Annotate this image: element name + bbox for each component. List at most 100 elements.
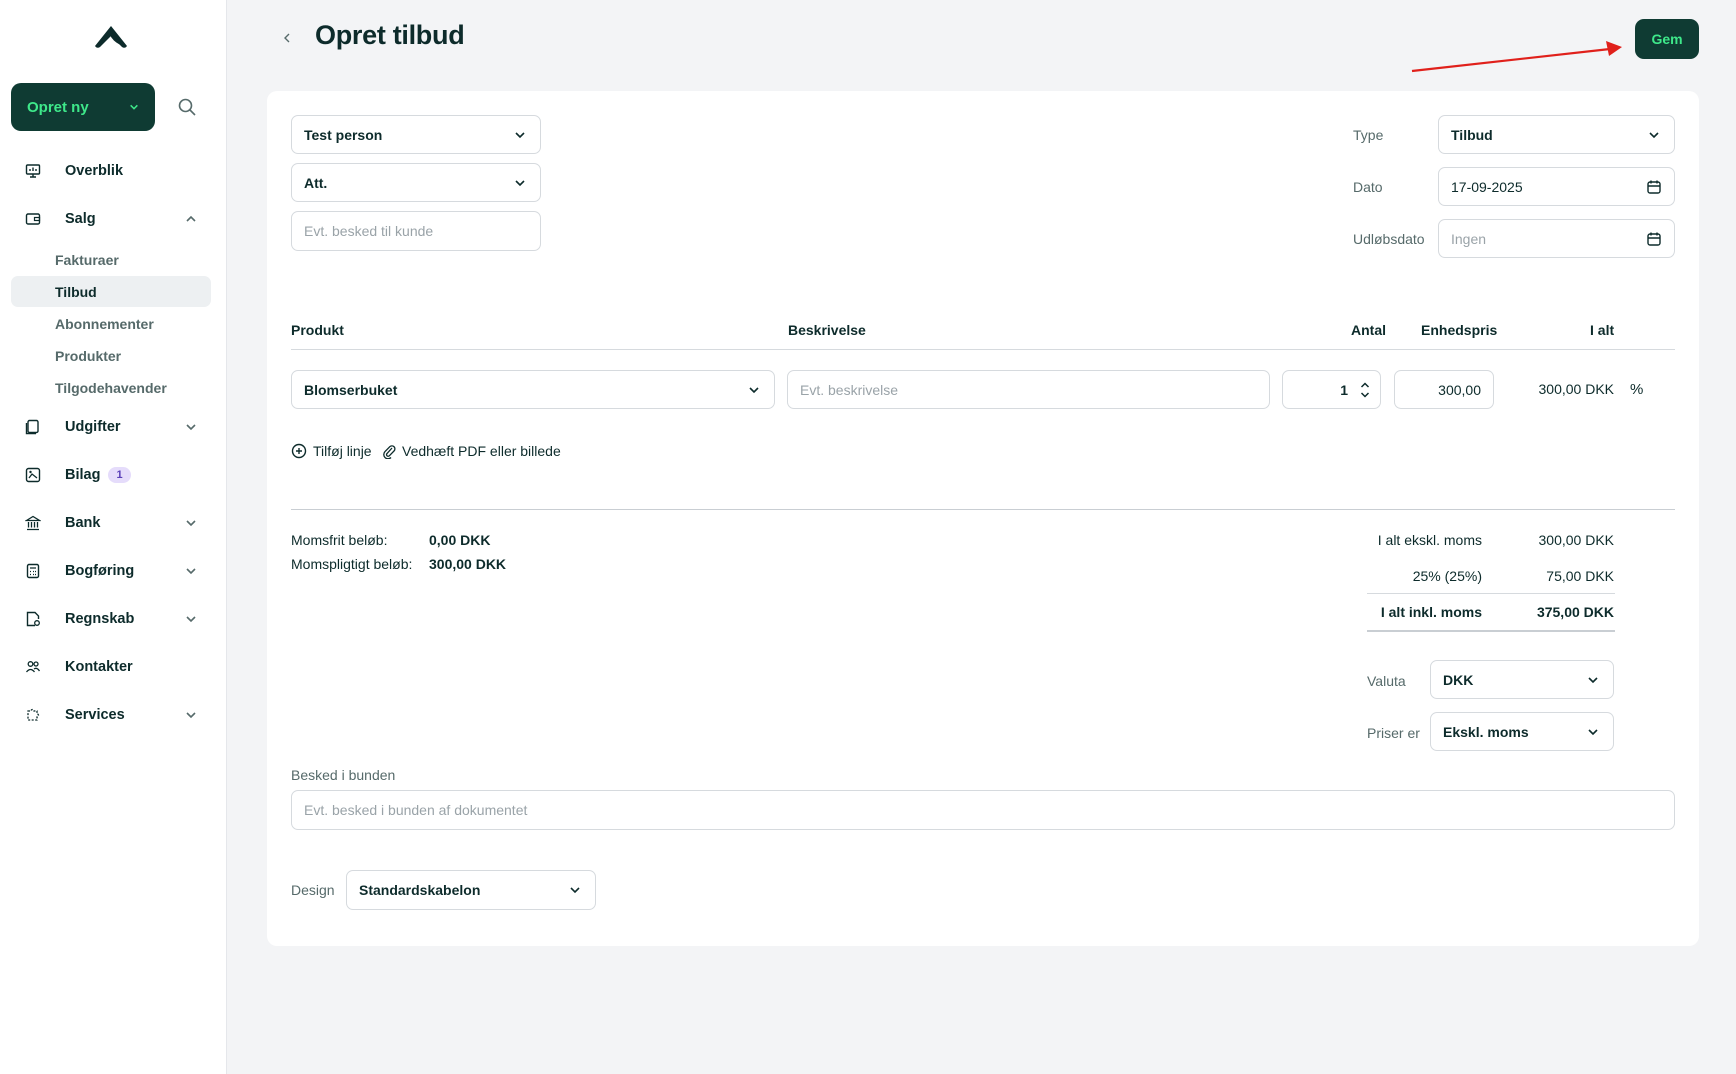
chevron-down-icon [186,616,196,623]
prices-select[interactable]: Ekskl. moms [1430,712,1614,751]
vat-free-value: 0,00 DKK [429,532,491,548]
design-select[interactable]: Standardskabelon [346,870,596,910]
total-incl-vat-label: I alt inkl. moms [1380,604,1482,620]
create-new-button[interactable]: Opret ny [11,83,155,131]
totals-row-divider [1367,593,1615,594]
date-label: Dato [1353,179,1383,195]
sidebar-subitem-label: Produkter [55,347,122,364]
customer-message-placeholder: Evt. besked til kunde [304,223,434,239]
chevron-down-icon [186,712,196,719]
sidebar-subitem-fakturaer[interactable]: Fakturaer [11,244,211,275]
sidebar-subitem-label: Fakturaer [55,251,119,268]
chevron-down-icon [1649,132,1659,139]
chevron-down-icon [186,520,196,527]
date-input[interactable]: 17-09-2025 [1438,167,1675,206]
line-description-input[interactable]: Evt. beskrivelse [787,370,1270,409]
customer-select[interactable]: Test person [291,115,541,154]
calendar-icon[interactable] [1646,179,1662,195]
sidebar: Opret ny Overblik Salg Fakturaer Tilbud … [0,0,227,1074]
chevron-down-icon [515,180,525,187]
logo-icon[interactable] [92,24,130,52]
create-new-label: Opret ny [27,98,89,116]
stepper-arrows-icon[interactable] [1360,381,1370,399]
type-select-value: Tilbud [1451,126,1493,143]
date-value: 17-09-2025 [1451,178,1523,195]
column-header-description: Beskrivelse [788,322,866,338]
currency-select[interactable]: DKK [1430,660,1614,699]
annotation-arrow [1411,41,1622,73]
column-header-product: Produkt [291,322,344,338]
puzzle-icon [27,708,40,721]
prices-label: Priser er [1367,725,1420,741]
design-select-value: Standardskabelon [359,882,481,898]
sidebar-item-bilag[interactable]: Bilag 1 [11,459,211,491]
add-line-button[interactable]: Tilføj linje [291,443,372,459]
line-description-placeholder: Evt. beskrivelse [800,381,899,398]
sidebar-item-bank[interactable]: Bank [11,507,211,539]
totals-divider [291,509,1675,510]
chevron-down-icon [186,424,196,431]
sidebar-subitem-label: Tilgodehavender [55,379,167,396]
calendar-icon[interactable] [1646,231,1662,247]
column-header-quantity: Antal [1351,322,1386,338]
prices-select-value: Ekskl. moms [1443,723,1529,740]
wallet-icon [25,213,41,225]
attach-file-label: Vedhæft PDF eller billede [402,443,561,459]
chevron-down-icon [570,887,580,894]
chevron-down-icon [1588,729,1598,736]
chevron-down-icon [515,132,525,139]
customer-message-input[interactable]: Evt. besked til kunde [291,211,541,251]
sidebar-subitem-label: Tilbud [55,283,97,300]
sidebar-item-salg[interactable]: Salg [11,203,211,235]
sidebar-subitem-abonnementer[interactable]: Abonnementer [11,308,211,339]
expiry-date-input[interactable]: Ingen [1438,219,1675,258]
sidebar-item-label: Regnskab [65,611,135,627]
line-product-value: Blomserbuket [304,381,398,398]
vat-amount-value: 75,00 DKK [1546,568,1614,584]
paperclip-icon [383,445,396,459]
report-icon [26,611,40,627]
chevron-down-icon [186,568,196,575]
document-icon [25,467,41,483]
att-select[interactable]: Att. [291,163,541,202]
sidebar-item-services[interactable]: Services [11,699,211,731]
chevron-up-icon [186,215,196,222]
sidebar-subitem-tilbud[interactable]: Tilbud [11,276,211,307]
vat-free-label: Momsfrit beløb: [291,532,388,548]
line-unit-price-input[interactable]: 300,00 [1394,370,1494,409]
line-product-select[interactable]: Blomserbuket [291,370,775,409]
sidebar-subitem-tilgodehavender[interactable]: Tilgodehavender [11,372,211,403]
sidebar-subitem-label: Abonnementer [55,315,154,332]
sidebar-item-label: Bogføring [65,563,135,579]
att-select-value: Att. [304,174,328,191]
customer-select-value: Test person [304,126,383,143]
sidebar-item-regnskab[interactable]: Regnskab [11,603,211,635]
line-quantity-stepper[interactable]: 1 [1282,370,1381,409]
chevron-down-icon [749,387,759,394]
column-header-total: I alt [1590,322,1615,338]
expiry-placeholder: Ingen [1451,230,1487,247]
search-icon[interactable] [176,96,198,118]
sidebar-item-kontakter[interactable]: Kontakter [11,651,211,683]
total-incl-vat-value: 375,00 DKK [1536,604,1614,620]
save-button[interactable]: Gem [1635,19,1699,59]
sidebar-item-bogforing[interactable]: Bogføring [11,555,211,587]
attach-file-button[interactable]: Vedhæft PDF eller billede [382,443,561,459]
sidebar-subitem-produkter[interactable]: Produkter [11,340,211,371]
back-chevron-icon[interactable] [282,32,292,44]
chevron-down-icon [130,104,138,110]
total-excl-vat-label: I alt ekskl. moms [1377,532,1482,548]
column-header-unit-price: Enhedspris [1421,322,1498,338]
sidebar-item-label: Services [65,707,125,723]
discount-percent-button[interactable]: % [1630,381,1643,398]
expiry-label: Udløbsdato [1353,231,1425,247]
type-label: Type [1353,127,1384,143]
vat-liable-value: 300,00 DKK [429,556,507,572]
sidebar-item-overblik[interactable]: Overblik [11,155,211,187]
vat-liable-label: Momspligtigt beløb: [291,556,413,572]
type-select[interactable]: Tilbud [1438,115,1675,154]
dashboard-icon [25,164,41,178]
sidebar-item-udgifter[interactable]: Udgifter [11,411,211,443]
line-unit-price-value: 300,00 [1438,381,1481,398]
bottom-message-input[interactable]: Evt. besked i bunden af dokumentet [291,790,1675,830]
